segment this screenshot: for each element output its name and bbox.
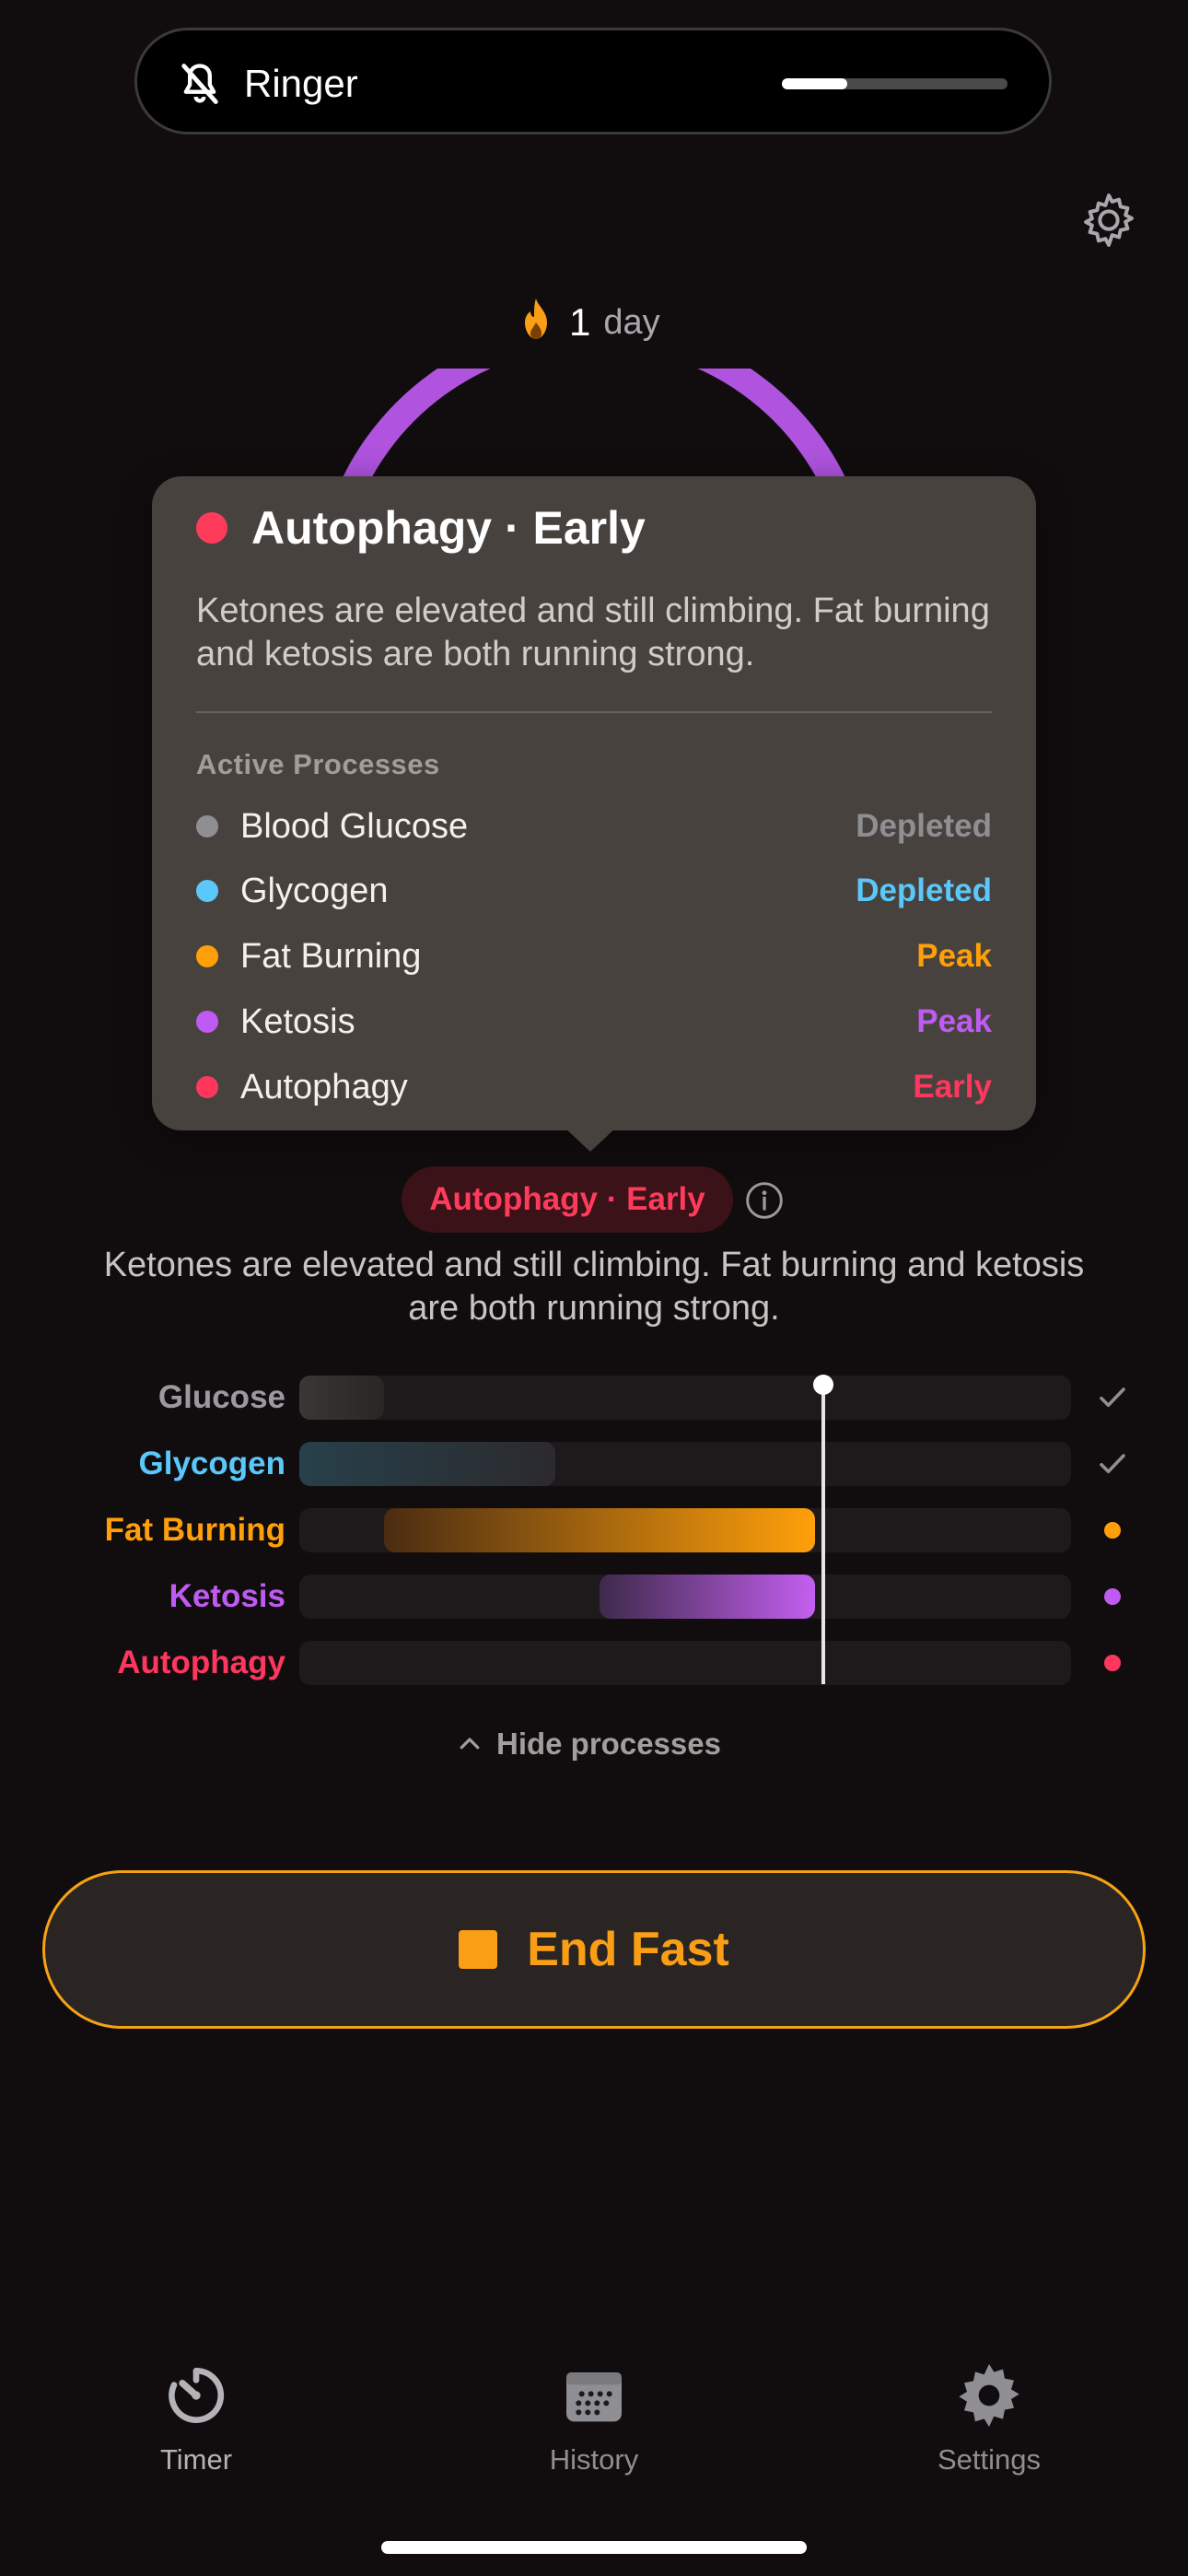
flame-icon [525,299,547,339]
stage-description: Ketones are elevated and still climbing.… [103,1246,1085,1328]
process-row-blood-glucose: Blood Glucose Depleted [196,800,992,853]
process-name: Blood Glucose [240,807,469,846]
ringer-label: Ringer [244,62,358,105]
tab-label: Settings [937,2443,1041,2476]
chevron-up-icon [460,1738,480,1750]
checkmark-icon [1100,1454,1125,1474]
timer-icon [169,2367,225,2423]
current-time-dot [813,1375,833,1395]
bar-label-glucose: Glucose [157,1379,285,1415]
bar-fill-ketosis [600,1575,815,1619]
bar-label-fat-burning: Fat Burning [104,1512,285,1548]
bar-track-fat-burning [299,1508,1071,1552]
tab-timer[interactable]: Timer [95,2359,297,2476]
status-dot-autophagy [1104,1655,1121,1671]
popover-pointer [563,1126,618,1152]
tab-history[interactable]: History [493,2359,695,2476]
bar-label-glycogen: Glycogen [138,1446,285,1481]
process-status: Depleted [856,872,992,908]
volume-level [782,78,847,89]
end-fast-label: End Fast [527,1923,729,1976]
current-time-marker [821,1384,825,1684]
divider [196,711,992,713]
stop-icon [459,1930,498,1969]
ringer-indicator: Ringer [134,28,1052,135]
process-name: Autophagy [240,1068,408,1107]
bell-slash-icon [181,64,218,104]
process-name: Ketosis [240,1002,355,1041]
tab-settings[interactable]: Settings [888,2359,1090,2476]
process-name: Glycogen [240,872,389,910]
process-row-ketosis: Ketosis Peak [196,995,992,1048]
hide-processes-toggle[interactable]: Hide processes [456,1721,721,1767]
section-label: Active Processes [196,748,440,780]
process-name: Fat Burning [240,937,422,976]
stage-chip-label: Autophagy · Early [429,1181,705,1217]
process-status: Peak [916,938,992,974]
gear-icon [959,2364,1019,2427]
bar-label-ketosis: Ketosis [169,1578,285,1614]
process-status: Peak [916,1003,992,1039]
process-dot [196,880,218,902]
streak-unit: day [603,302,660,342]
bar-fill-glucose [299,1376,384,1420]
bar-label-autophagy: Autophagy [117,1645,285,1680]
end-fast-button[interactable]: End Fast [42,1870,1146,2029]
calendar-icon [566,2372,622,2422]
process-dot [196,945,218,967]
gear-icon[interactable] [1077,189,1140,252]
process-row-fat-burning: Fat Burning Peak [196,930,992,983]
bar-fill-fat-burning [384,1508,815,1552]
bar-track-glucose [299,1376,1071,1420]
process-dot [196,1076,218,1098]
bar-track-glycogen [299,1442,1071,1486]
checkmark-icon [1100,1388,1125,1408]
streak-value: 1 [569,300,591,344]
process-status: Early [913,1069,992,1105]
process-dot [196,815,218,837]
tab-label: History [549,2443,639,2476]
status-dot-fat-burning [1104,1522,1121,1539]
hide-processes-label: Hide processes [496,1727,721,1761]
process-status: Depleted [856,808,992,844]
process-row-glycogen: Glycogen Depleted [196,864,992,918]
bar-track-autophagy [299,1641,1071,1685]
status-dot-ketosis [1104,1588,1121,1605]
bar-fill-glycogen [299,1442,555,1486]
stage-color-dot [196,512,227,544]
home-indicator[interactable] [381,2541,807,2554]
tab-label: Timer [159,2443,233,2476]
process-dot [196,1011,218,1033]
info-icon[interactable] [744,1180,785,1221]
popover-description: Ketones are elevated and still climbing.… [196,591,990,673]
stage-chip[interactable]: Autophagy · Early [402,1166,733,1233]
streak-counter: 1 day [516,293,660,352]
popover-title: Autophagy · Early [251,502,646,554]
bar-track-ketosis [299,1575,1071,1619]
process-row-autophagy: Autophagy Early [196,1060,992,1114]
